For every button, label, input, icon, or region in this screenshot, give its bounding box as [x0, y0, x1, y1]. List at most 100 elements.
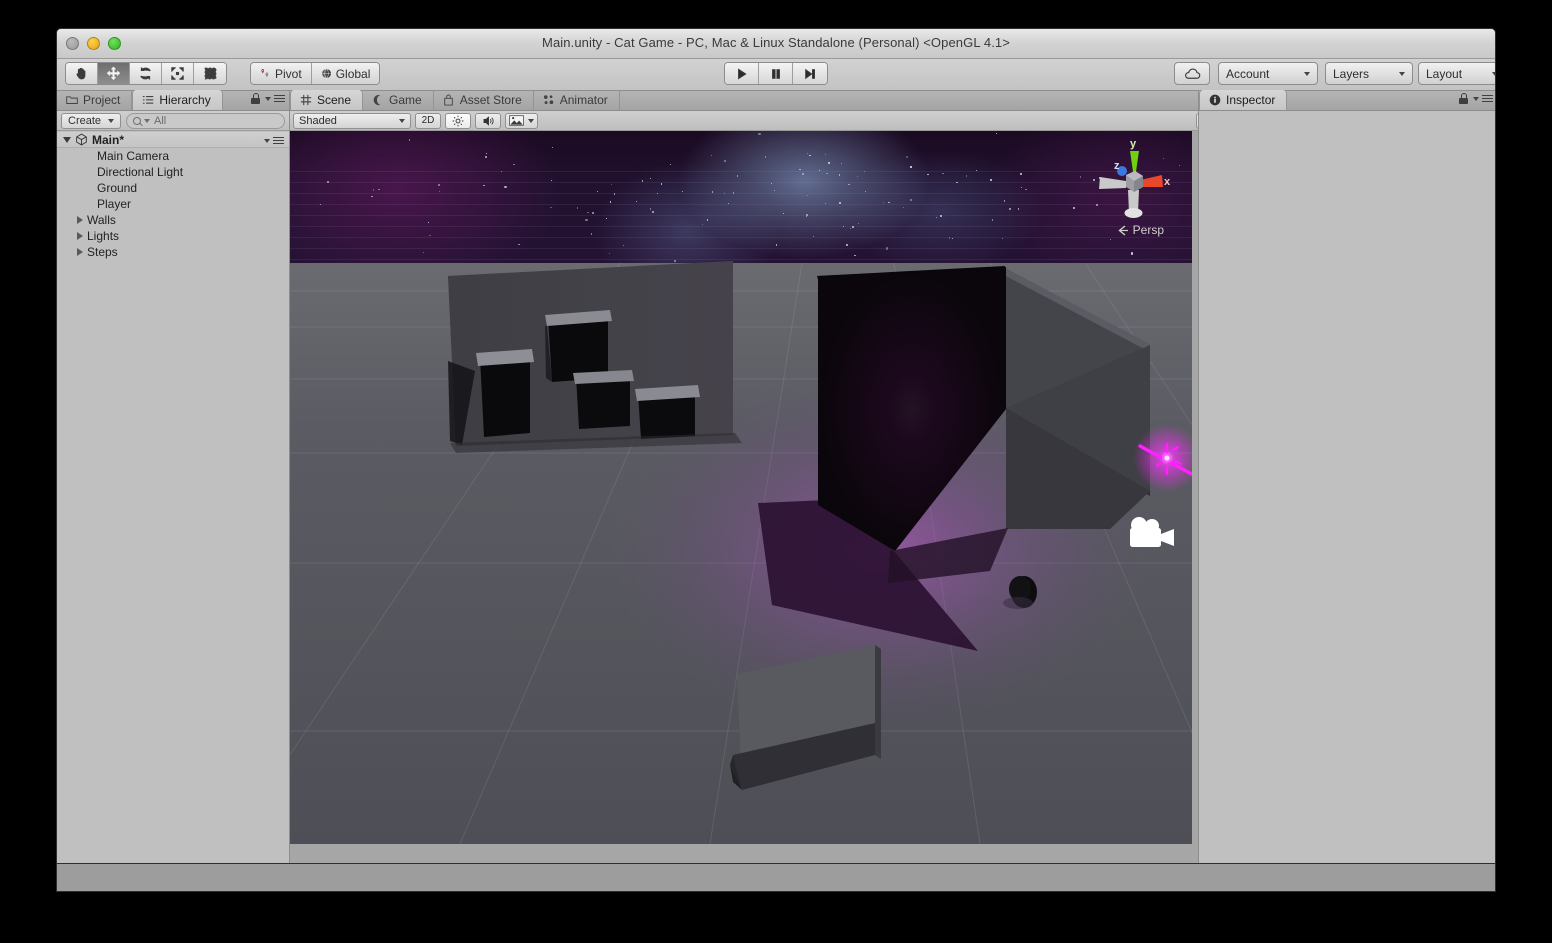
- create-button[interactable]: Create: [61, 112, 122, 129]
- animator-icon: [543, 94, 555, 106]
- shading-mode-dropdown[interactable]: Shaded: [293, 112, 411, 129]
- pivot-toggle[interactable]: Pivot: [251, 63, 312, 84]
- chevron-down-icon: [265, 96, 271, 101]
- tab-hierarchy-label: Hierarchy: [159, 93, 211, 107]
- scene-root-label: Main*: [92, 132, 125, 147]
- playback-controls: [724, 62, 828, 85]
- hierarchy-options-menu[interactable]: [265, 93, 285, 104]
- account-label: Account: [1226, 66, 1270, 81]
- chevron-down-icon: [108, 118, 115, 123]
- chevron-right-icon[interactable]: [77, 248, 83, 256]
- toggle-audio-button[interactable]: [475, 112, 501, 129]
- tab-project-label: Project: [83, 93, 121, 107]
- hierarchy-item-player[interactable]: Player: [57, 196, 289, 212]
- chevron-down-icon: [1492, 71, 1495, 76]
- hierarchy-item-steps[interactable]: Steps: [57, 244, 289, 260]
- hierarchy-tree[interactable]: Main* Main Camera Directional Light Ground…: [57, 132, 289, 863]
- inspector-panel: Inspector: [1198, 90, 1495, 863]
- chevron-right-icon[interactable]: [77, 216, 83, 224]
- camera-projection-label[interactable]: Persp: [1117, 223, 1164, 237]
- scene-context-menu[interactable]: [264, 135, 284, 146]
- hierarchy-panel: Project Hierarchy Create All Main* Main …: [57, 90, 290, 863]
- search-icon: [133, 116, 142, 125]
- tab-animator-label: Animator: [559, 93, 608, 107]
- tab-animator[interactable]: Animator: [534, 90, 620, 110]
- folder-icon: [66, 94, 78, 106]
- hierarchy-item-label: Steps: [87, 245, 118, 259]
- menu-icon: [1482, 93, 1493, 104]
- hierarchy-item-main-camera[interactable]: Main Camera: [57, 148, 289, 164]
- mode-2d-label: 2D: [421, 115, 435, 126]
- tab-scene-label: Scene: [317, 93, 352, 107]
- pivot-label: Pivot: [275, 66, 302, 81]
- account-menu-button[interactable]: Account: [1218, 62, 1318, 85]
- inspector-options-menu[interactable]: [1473, 93, 1493, 104]
- hierarchy-search-input[interactable]: All: [126, 112, 285, 129]
- scale-tool-button[interactable]: [162, 63, 194, 84]
- toggle-lighting-button[interactable]: [445, 112, 471, 129]
- collab-cloud-button[interactable]: [1174, 62, 1210, 85]
- axis-x-label: x: [1164, 176, 1171, 188]
- hierarchy-item-directional-light[interactable]: Directional Light: [57, 164, 289, 180]
- chevron-down-icon: [1473, 96, 1479, 101]
- tab-game[interactable]: Game: [363, 90, 434, 110]
- scene-view-toolbar: Shaded 2D: [290, 111, 1192, 131]
- toggle-effects-button[interactable]: [505, 112, 538, 129]
- hierarchy-item-label: Player: [97, 197, 132, 211]
- sun-icon: [452, 115, 464, 126]
- move-tool-button[interactable]: [98, 63, 130, 84]
- hierarchy-toolbar: Create All: [57, 111, 289, 131]
- hierarchy-item-label: Walls: [87, 213, 116, 227]
- step-button[interactable]: [793, 63, 827, 84]
- rotate-tool-button[interactable]: [130, 63, 162, 84]
- hand-tool-button[interactable]: [66, 63, 98, 84]
- axis-y-label: y: [1130, 138, 1137, 150]
- chevron-down-icon: [1399, 71, 1405, 76]
- chevron-down-icon: [399, 118, 405, 123]
- lock-icon[interactable]: [1459, 93, 1468, 104]
- title-bar: Main.unity - Cat Game - PC, Mac & Linux …: [57, 29, 1495, 59]
- hierarchy-item-label: Ground: [97, 181, 138, 195]
- inspector-content: [1199, 111, 1495, 863]
- pause-icon: [771, 68, 780, 79]
- editor-body: Project Hierarchy Create All Main* Main …: [57, 90, 1495, 863]
- chevron-down-icon: [1304, 71, 1310, 76]
- create-label: Create: [68, 114, 102, 127]
- status-bar: [56, 864, 1496, 892]
- hierarchy-item-lights[interactable]: Lights: [57, 228, 289, 244]
- hierarchy-tabstrip: Project Hierarchy: [57, 90, 289, 111]
- chevron-down-icon: [264, 138, 270, 143]
- layout-label: Layout: [1426, 66, 1463, 81]
- play-button[interactable]: [725, 63, 759, 84]
- hierarchy-scene-root[interactable]: Main*: [57, 132, 289, 148]
- global-toggle[interactable]: Global: [311, 63, 380, 84]
- tab-project[interactable]: Project: [57, 90, 133, 110]
- rect-tool-button[interactable]: [194, 63, 226, 84]
- grid-icon: [300, 94, 312, 106]
- layers-label: Layers: [1333, 66, 1370, 81]
- chevron-down-icon: [528, 118, 534, 123]
- tab-game-label: Game: [389, 93, 422, 107]
- transform-tools: [65, 62, 227, 85]
- hierarchy-item-walls[interactable]: Walls: [57, 212, 289, 228]
- lock-icon[interactable]: [251, 93, 260, 104]
- tab-asset-store[interactable]: Asset Store: [434, 90, 534, 110]
- pause-button[interactable]: [759, 63, 793, 84]
- info-icon: [1209, 94, 1221, 106]
- unity-scene-icon: [75, 133, 88, 146]
- layout-menu-button[interactable]: Layout: [1418, 62, 1495, 85]
- chevron-right-icon[interactable]: [77, 232, 83, 240]
- layers-menu-button[interactable]: Layers: [1325, 62, 1413, 85]
- toggle-2d-button[interactable]: 2D: [415, 112, 441, 129]
- hierarchy-item-ground[interactable]: Ground: [57, 180, 289, 196]
- gamepad-icon: [372, 94, 384, 106]
- shading-mode-label: Shaded: [299, 114, 337, 127]
- tab-inspector[interactable]: Inspector: [1199, 90, 1288, 110]
- chevron-down-icon[interactable]: [63, 136, 71, 143]
- scene-viewport[interactable]: y z x Persp: [290, 131, 1192, 844]
- window-title: Main.unity - Cat Game - PC, Mac & Linux …: [542, 35, 1010, 50]
- tab-scene[interactable]: Scene: [290, 90, 364, 110]
- inspector-strip-controls: [1459, 93, 1493, 104]
- tab-hierarchy[interactable]: Hierarchy: [132, 90, 223, 110]
- hierarchy-item-label: Directional Light: [97, 165, 184, 179]
